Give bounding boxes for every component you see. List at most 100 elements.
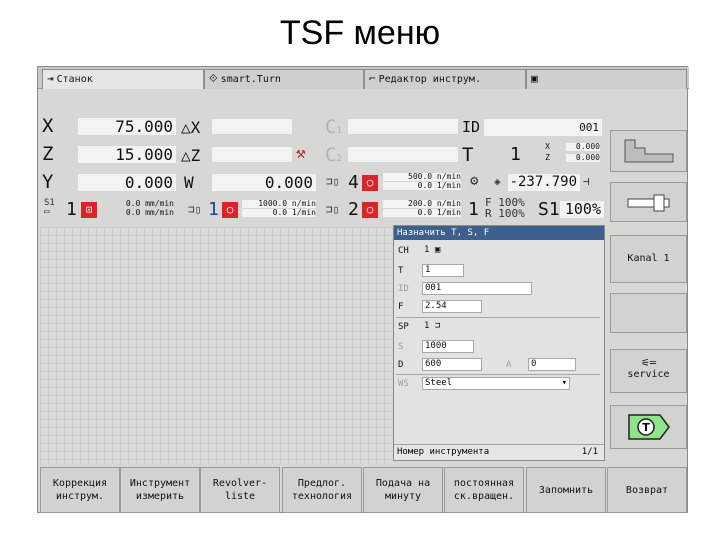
spindle-1-rpm: 1000.0 n/min <box>242 200 316 208</box>
separator <box>396 317 600 318</box>
service-label: service <box>627 369 670 380</box>
softkey-technology[interactable]: Предлог. технология <box>282 467 362 513</box>
axis-w-label: W <box>184 173 194 192</box>
s1-override-label: S1 <box>538 199 560 220</box>
t-input[interactable]: 1 <box>422 264 464 277</box>
softkey-t-tool[interactable]: T <box>610 405 687 449</box>
id-label: ID <box>398 284 409 294</box>
spindle-4-number: 4 <box>348 172 359 193</box>
spindle-4-rpm-actual: 0.0 1/min <box>383 182 461 190</box>
active-tool-number: 1 <box>468 199 479 220</box>
ch-value: 1 ▣ <box>422 245 462 258</box>
softkey-tool-holder[interactable] <box>610 182 687 222</box>
axis-c1-label: C1 <box>325 116 342 138</box>
c-axis-angle: -237.790 <box>508 174 580 191</box>
turret-icon: ⚙ <box>470 173 479 189</box>
chuck-icon: ⊣ <box>583 175 590 188</box>
spindle-icon: ⊐▯ <box>326 175 340 188</box>
id-input[interactable]: 001 <box>422 282 532 295</box>
softkey-empty-1[interactable] <box>610 293 687 333</box>
tool-clamp-icon <box>627 194 669 212</box>
softkey-save[interactable]: Запомнить <box>526 467 606 513</box>
c-axis-icon: ◈ <box>494 175 501 188</box>
s1-override-value: 100% <box>560 201 604 218</box>
axis-z-label: Z <box>42 143 54 165</box>
axis-x-value: 75.000 <box>78 118 176 135</box>
separator <box>396 374 600 375</box>
page-indicator: 1/1 <box>581 447 598 457</box>
t-tool-icon: T <box>627 414 670 440</box>
tab-machine[interactable]: ⇥ Станок <box>42 69 204 89</box>
collision-icon: ⚒ <box>296 143 306 162</box>
tool-z-value: 0.000 <box>566 154 600 162</box>
axis-c2-value <box>348 147 458 162</box>
spindle-1-stop-icon: ○ <box>222 202 238 218</box>
spindle-2-rpm-actual: 0.0 1/min <box>383 209 461 217</box>
softkey-constant-speed[interactable]: постоянная ск.вращен. <box>444 467 524 513</box>
tool-id-label: ID <box>462 118 481 136</box>
mode-tabs: ⇥ Станок ⟐ smart.Turn ⌐ Редактор инструм. ▣ <box>38 67 689 89</box>
softkey-tool-view[interactable] <box>610 130 687 172</box>
axis-c1-value <box>348 119 458 134</box>
softkey-measure-tool[interactable]: Инструмент измерить <box>120 467 200 513</box>
softkey-feed-per-minute[interactable]: Подача на минуту <box>363 467 443 513</box>
s-label: S <box>398 342 404 352</box>
s-input[interactable]: 1000 <box>422 340 474 353</box>
d-label: D <box>398 360 404 370</box>
d-input[interactable]: 600 <box>422 358 482 371</box>
assign-tsf-dialog: Назначить T, S, F CH 1 ▣ T 1 ID 001 F 2.… <box>393 225 605 461</box>
axis-x-label: X <box>42 115 54 137</box>
program-icon: ⟐ <box>209 72 218 85</box>
axis-dz-value <box>212 147 292 162</box>
spindle-1-number: 1 <box>208 199 219 220</box>
axis-y-label: Y <box>42 171 54 193</box>
machine-mode-icon: ⇥ <box>47 72 54 85</box>
spindle-4-rpm: 500.0 n/min <box>383 173 461 181</box>
tool-x-value: 0.000 <box>566 143 600 151</box>
chevron-down-icon: ▾ <box>561 378 567 388</box>
material-select[interactable]: Steel ▾ <box>422 377 570 390</box>
tool-icon: ⌐ <box>369 72 376 85</box>
disk-icon: ▣ <box>531 72 538 85</box>
spindle-small-icon: ⊐ <box>434 321 441 331</box>
softkey-back[interactable]: Возврат <box>607 467 687 513</box>
f-input[interactable]: 2.54 <box>422 300 482 313</box>
tool-z-label: Z <box>545 153 550 162</box>
cnc-screen: ⇥ Станок ⟐ smart.Turn ⌐ Редактор инструм. ▣… <box>37 66 689 513</box>
tool-t-label: T <box>462 144 474 166</box>
spindle-4-stop-icon: ○ <box>362 175 378 191</box>
feed-stop-icon: ⊡ <box>81 202 97 218</box>
slide-title: TSF меню <box>279 14 441 52</box>
tab-organization[interactable]: ▣ <box>526 69 687 89</box>
softkey-kanal[interactable]: Kanal 1 <box>610 235 687 283</box>
tool-t-value: 1 <box>510 144 521 165</box>
softkey-service[interactable]: ⚟═ service <box>610 349 687 393</box>
spindle-2-stop-icon: ○ <box>362 202 378 218</box>
graphics-area <box>40 227 392 463</box>
axis-dx-label: △X <box>181 118 201 137</box>
dialog-status-bar: Номер инструмента 1/1 <box>394 444 604 460</box>
axis-z-value: 15.000 <box>78 146 176 163</box>
tool-holder-icon <box>624 139 673 163</box>
spindle-1-rpm-actual: 0.0 1/min <box>242 209 316 217</box>
tool-id-value: 001 <box>484 119 602 136</box>
softkey-revolver-list[interactable]: Revolver- liste <box>200 467 280 513</box>
softkey-tool-correction[interactable]: Коррекция инструм. <box>40 467 120 513</box>
spindle-2-icon: ⊐▯ <box>326 203 340 216</box>
tab-smart-turn[interactable]: ⟐ smart.Turn <box>204 69 364 89</box>
override-labels: F 100% R 100% <box>485 196 525 220</box>
channel-icon: ▣ <box>434 245 441 255</box>
position-display: X 75.000 △X C1 ID 001 Z 15.000 △Z ⚒ C2 T… <box>38 91 608 223</box>
tab-tool-editor[interactable]: ⌐ Редактор инструм. <box>364 69 526 89</box>
axis-c2-label: C2 <box>325 144 342 166</box>
axis-dz-label: △Z <box>181 146 201 165</box>
dialog-title: Назначить T, S, F <box>394 226 604 240</box>
a-input[interactable]: 0 <box>528 358 576 371</box>
slot-icon: S1 ▭ <box>44 198 55 217</box>
status-text: Номер инструмента <box>397 447 490 457</box>
axis-dx-value <box>212 119 292 134</box>
sp-label: SP <box>398 322 409 332</box>
ws-label: WS <box>398 379 409 389</box>
feed-rate-actual: 0.0 mm/min <box>125 208 174 217</box>
a-label: A <box>506 360 512 370</box>
